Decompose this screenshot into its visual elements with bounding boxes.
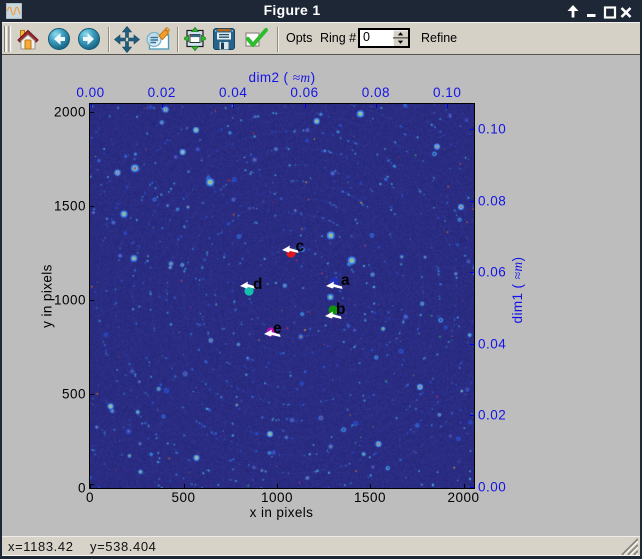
svg-text:b: b: [336, 301, 345, 318]
svg-text:e: e: [273, 320, 282, 337]
svg-text:c: c: [296, 238, 305, 255]
svg-text:a: a: [341, 272, 350, 289]
svg-text:d: d: [253, 276, 262, 293]
